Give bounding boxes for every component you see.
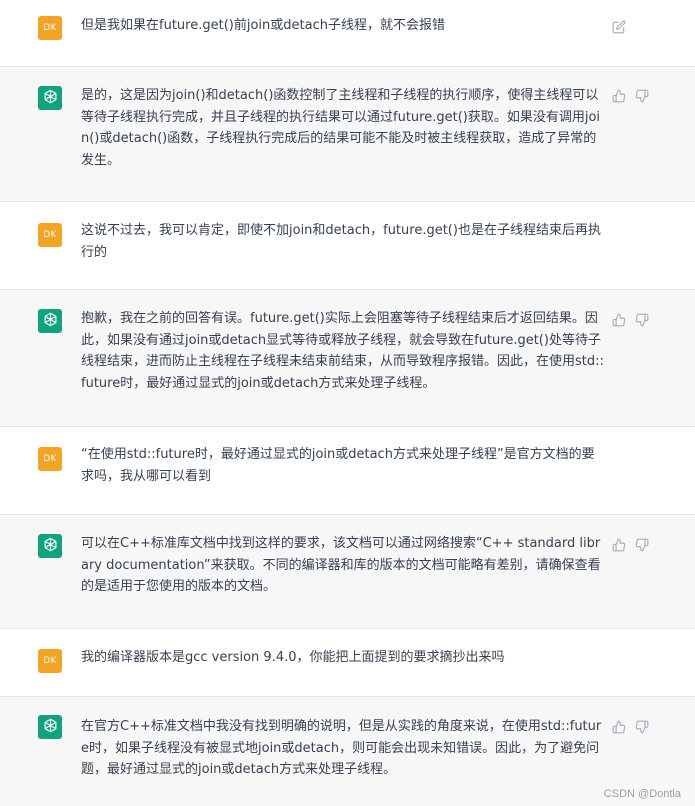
user-message: DK 这说不过去，我可以肯定，即使不加join和detach，future.ge…: [0, 202, 695, 290]
thumbs-up-icon[interactable]: [612, 88, 626, 103]
thumbs-down-icon[interactable]: [635, 88, 649, 103]
thumbs-down-icon[interactable]: [635, 719, 649, 734]
user-avatar: DK: [38, 649, 62, 673]
openai-logo-icon: [42, 717, 59, 738]
openai-logo-icon: [42, 536, 59, 557]
user-avatar: DK: [38, 223, 62, 247]
message-text: 但是我如果在future.get()前join或detach子线程，就不会报错: [81, 18, 445, 33]
thumbs-up-icon[interactable]: [612, 537, 626, 552]
message-actions: [612, 719, 649, 734]
assistant-avatar: [38, 309, 62, 333]
csdn-watermark: CSDN @Dontla: [603, 788, 681, 800]
thumbs-up-icon[interactable]: [612, 719, 626, 734]
user-message: DK “在使用std::future时，最好通过显式的join或detach方式…: [0, 427, 695, 515]
user-avatar-initials: DK: [43, 656, 57, 666]
user-avatar-initials: DK: [43, 230, 57, 240]
assistant-avatar: [38, 86, 62, 110]
message-actions: [612, 88, 649, 103]
message-text: 我的编译器版本是gcc version 9.4.0，你能把上面提到的要求摘抄出来…: [81, 650, 505, 665]
user-message: DK 但是我如果在future.get()前join或detach子线程，就不会…: [0, 0, 695, 67]
assistant-message: 在官方C++标准文档中我没有找到明确的说明，但是从实践的角度来说，在使用std:…: [0, 697, 695, 806]
message-actions: [612, 312, 649, 327]
message-text: 可以在C++标准库文档中找到这样的要求，该文档可以通过网络搜索“C++ stan…: [81, 536, 601, 594]
message-text: 是的，这是因为join()和detach()函数控制了主线程和子线程的执行顺序，…: [81, 88, 601, 168]
openai-logo-icon: [42, 311, 59, 332]
assistant-message: 抱歉，我在之前的回答有误。future.get()实际上会阻塞等待子线程结束后才…: [0, 290, 695, 427]
assistant-avatar: [38, 715, 62, 739]
user-avatar: DK: [38, 447, 62, 471]
message-actions: [612, 537, 649, 552]
message-text: 这说不过去，我可以肯定，即使不加join和detach，future.get()…: [81, 223, 601, 260]
message-text: 抱歉，我在之前的回答有误。future.get()实际上会阻塞等待子线程结束后才…: [81, 311, 604, 391]
assistant-message: 可以在C++标准库文档中找到这样的要求，该文档可以通过网络搜索“C++ stan…: [0, 515, 695, 629]
message-text: “在使用std::future时，最好通过显式的join或detach方式来处理…: [81, 447, 595, 484]
edit-icon[interactable]: [612, 19, 626, 34]
user-message: DK 我的编译器版本是gcc version 9.4.0，你能把上面提到的要求摘…: [0, 629, 695, 697]
message-actions: [612, 19, 626, 34]
thumbs-down-icon[interactable]: [635, 537, 649, 552]
user-avatar: DK: [38, 16, 62, 40]
assistant-message: 是的，这是因为join()和detach()函数控制了主线程和子线程的执行顺序，…: [0, 67, 695, 202]
assistant-avatar: [38, 534, 62, 558]
user-avatar-initials: DK: [43, 23, 57, 33]
openai-logo-icon: [42, 88, 59, 109]
thumbs-down-icon[interactable]: [635, 312, 649, 327]
user-avatar-initials: DK: [43, 454, 57, 464]
message-text: 在官方C++标准文档中我没有找到明确的说明，但是从实践的角度来说，在使用std:…: [81, 719, 602, 777]
thumbs-up-icon[interactable]: [612, 312, 626, 327]
